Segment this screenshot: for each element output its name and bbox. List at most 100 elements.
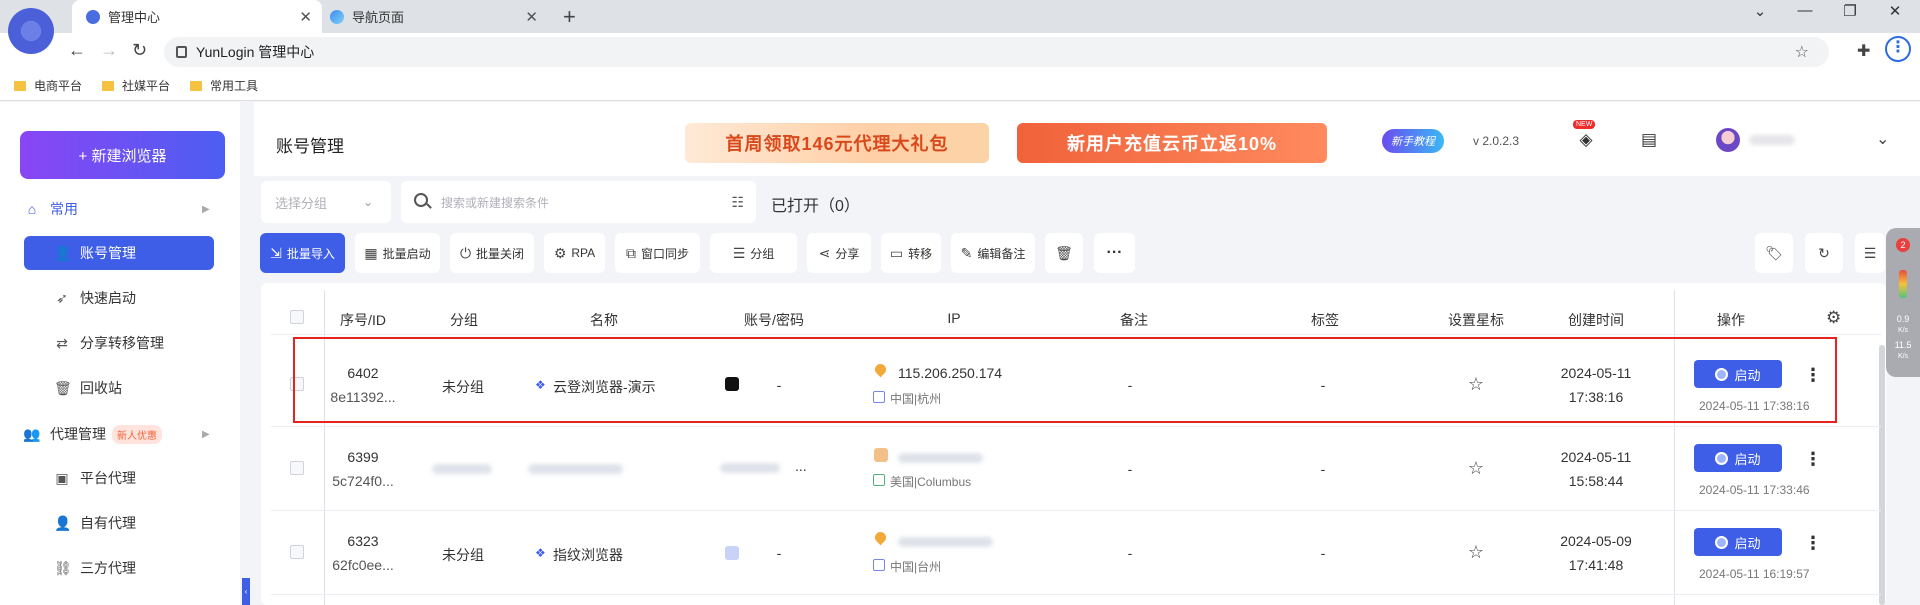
sidebar-collapse-handle[interactable]: ‹	[242, 578, 250, 605]
row-checkbox[interactable]	[290, 545, 304, 559]
delete-button[interactable]: 🗑	[1045, 233, 1083, 273]
column-header-account: 账号/密码	[744, 312, 804, 328]
row-created-time: 15:58:44	[1568, 473, 1624, 489]
row-checkbox[interactable]	[290, 461, 304, 475]
tab-favicon-icon	[330, 9, 344, 24]
sidebar-item-recycle-bin[interactable]: 🗑 回收站	[24, 371, 214, 405]
tag-button[interactable]: 🏷	[1755, 233, 1793, 273]
sidebar-item-platform-proxy[interactable]: ▣ 平台代理	[24, 461, 214, 495]
more-vertical-icon[interactable]: ⋮	[1804, 533, 1822, 554]
sidebar-item-third-party-proxy[interactable]: ⛓ 三方代理	[24, 551, 214, 585]
speed-unit: K/s	[1897, 327, 1909, 334]
list-settings-icon: ☰	[1863, 244, 1877, 261]
minimize-icon[interactable]: —	[1785, 2, 1825, 19]
row-divider	[271, 426, 1881, 427]
proxy-icon: 👥	[23, 425, 41, 442]
tab-navigation-page[interactable]: 导航页面 ✕	[320, 0, 548, 33]
batch-launch-button[interactable]: ▦ 批量启动	[355, 233, 440, 273]
windows-icon: ❖	[535, 546, 546, 560]
star-icon[interactable]: ☆	[1468, 458, 1484, 479]
bookmarks-bar: 电商平台 社媒平台 常用工具	[0, 71, 1920, 101]
group-button[interactable]: ☰ 分组	[710, 233, 797, 273]
tab-management-center[interactable]: 管理中心 ✕	[72, 0, 322, 33]
power-icon: ⏻	[459, 244, 472, 261]
sidebar-item-share-transfer[interactable]: ⇄ 分享转移管理	[24, 326, 214, 360]
back-arrow-icon[interactable]: ←	[68, 40, 86, 61]
bookmark-star-icon[interactable]: ☆	[1795, 42, 1809, 62]
redacted-ip	[898, 453, 983, 463]
transfer-button[interactable]: ▭ 转移	[881, 233, 941, 273]
column-header-created: 创建时间	[1568, 312, 1624, 328]
batch-close-button[interactable]: ⏻ 批量关闭	[450, 233, 534, 273]
app-icon	[725, 546, 739, 560]
browser-menu-icon[interactable]: ⋮	[1885, 36, 1911, 62]
sidebar-section-proxy[interactable]: 👥 代理管理 新人优惠 ▶	[23, 424, 210, 444]
scrollbar[interactable]	[1879, 345, 1885, 605]
redacted-account	[720, 463, 780, 473]
search-input[interactable]: 搜索或新建搜索条件 ☷	[401, 181, 756, 223]
window-sync-button[interactable]: ⧉ 窗口同步	[615, 233, 700, 273]
filter-options-icon[interactable]: ☷	[731, 194, 744, 211]
sidebar-item-quick-launch[interactable]: ➶ 快速启动	[24, 281, 214, 315]
chevron-down-icon[interactable]: ⌄	[1876, 129, 1889, 149]
folder-icon	[14, 80, 26, 91]
more-vertical-icon[interactable]: ⋮	[1804, 449, 1822, 470]
group-select[interactable]: 选择分组 ⌄	[261, 181, 391, 223]
rpa-button[interactable]: ⚙ RPA	[544, 233, 605, 273]
row-note: -	[1127, 545, 1133, 561]
chevron-down-icon[interactable]: ⌄	[1740, 2, 1780, 20]
new-tab-plus-icon[interactable]: +	[563, 4, 576, 30]
signal-bar-icon	[1899, 270, 1907, 298]
edit-note-button[interactable]: ✎ 编辑备注	[951, 233, 1035, 273]
restore-icon[interactable]: ❐	[1830, 2, 1870, 20]
forward-arrow-icon[interactable]: →	[100, 40, 118, 61]
close-window-icon[interactable]: ✕	[1875, 2, 1915, 20]
lock-icon	[176, 46, 187, 58]
sidebar-item-account-management[interactable]: 👤 账号管理	[24, 236, 214, 270]
close-icon[interactable]: ✕	[525, 8, 538, 26]
column-settings-button[interactable]: ☰	[1855, 233, 1885, 273]
import-icon: ⇲	[270, 244, 282, 261]
row-seq: 6323	[347, 533, 379, 549]
tab-label: 导航页面	[352, 10, 405, 25]
sidebar-section-common[interactable]: ⌂ 常用 ▶	[24, 199, 210, 219]
browser-logo-icon	[8, 8, 54, 54]
extensions-puzzle-icon[interactable]: ✚	[1857, 41, 1870, 61]
more-actions-button[interactable]: ···	[1094, 233, 1135, 273]
star-icon[interactable]: ☆	[1468, 542, 1484, 563]
user-icon: 👤	[54, 244, 72, 261]
layers-icon[interactable]: ◈	[1576, 130, 1596, 150]
row-id: 62fc0ee...	[332, 557, 394, 573]
document-list-icon[interactable]: ▤	[1639, 130, 1659, 150]
gear-icon[interactable]: ⚙	[1826, 308, 1841, 328]
bookmark-ecommerce[interactable]: 电商平台	[14, 77, 82, 94]
launch-button[interactable]: 启动	[1694, 528, 1782, 556]
tutorial-button[interactable]: 新手教程	[1382, 129, 1444, 153]
share-button[interactable]: ⋖ 分享	[807, 233, 871, 273]
row-name[interactable]: 指纹浏览器	[553, 545, 623, 565]
row-last-launch: 2024-05-11 16:19:57	[1699, 567, 1810, 581]
row-account: -	[776, 545, 782, 561]
column-header-star: 设置星标	[1448, 312, 1504, 328]
refresh-button[interactable]: ↻	[1805, 233, 1843, 273]
promo-banner-recharge[interactable]: 新用户充值云币立返10%	[1017, 123, 1327, 163]
address-bar[interactable]: YunLogin 管理中心 ☆	[164, 37, 1829, 67]
row-seq: 6399	[347, 449, 379, 465]
notification-badge: 2	[1896, 238, 1910, 252]
sidebar-item-own-proxy[interactable]: 👤 自有代理	[24, 506, 214, 540]
promo-banner-proxy-gift[interactable]: 首周领取146元代理大礼包	[685, 123, 989, 163]
select-all-checkbox[interactable]	[290, 310, 304, 324]
column-header-note: 备注	[1120, 312, 1148, 328]
bookmark-social-media[interactable]: 社媒平台	[102, 77, 170, 94]
region-flag-icon	[873, 559, 885, 571]
column-header-seq-id: 序号/ID	[340, 312, 386, 328]
new-browser-button[interactable]: + 新建浏览器	[20, 131, 225, 179]
reload-icon[interactable]: ↻	[132, 40, 147, 61]
chevron-right-icon: ▶	[202, 203, 210, 215]
bookmark-tools[interactable]: 常用工具	[190, 77, 258, 94]
avatar[interactable]	[1716, 128, 1740, 152]
launch-button[interactable]: 启动	[1694, 444, 1782, 472]
rocket-icon: ➶	[56, 289, 68, 306]
close-icon[interactable]: ✕	[299, 8, 312, 26]
batch-import-button[interactable]: ⇲ 批量导入	[260, 233, 345, 273]
